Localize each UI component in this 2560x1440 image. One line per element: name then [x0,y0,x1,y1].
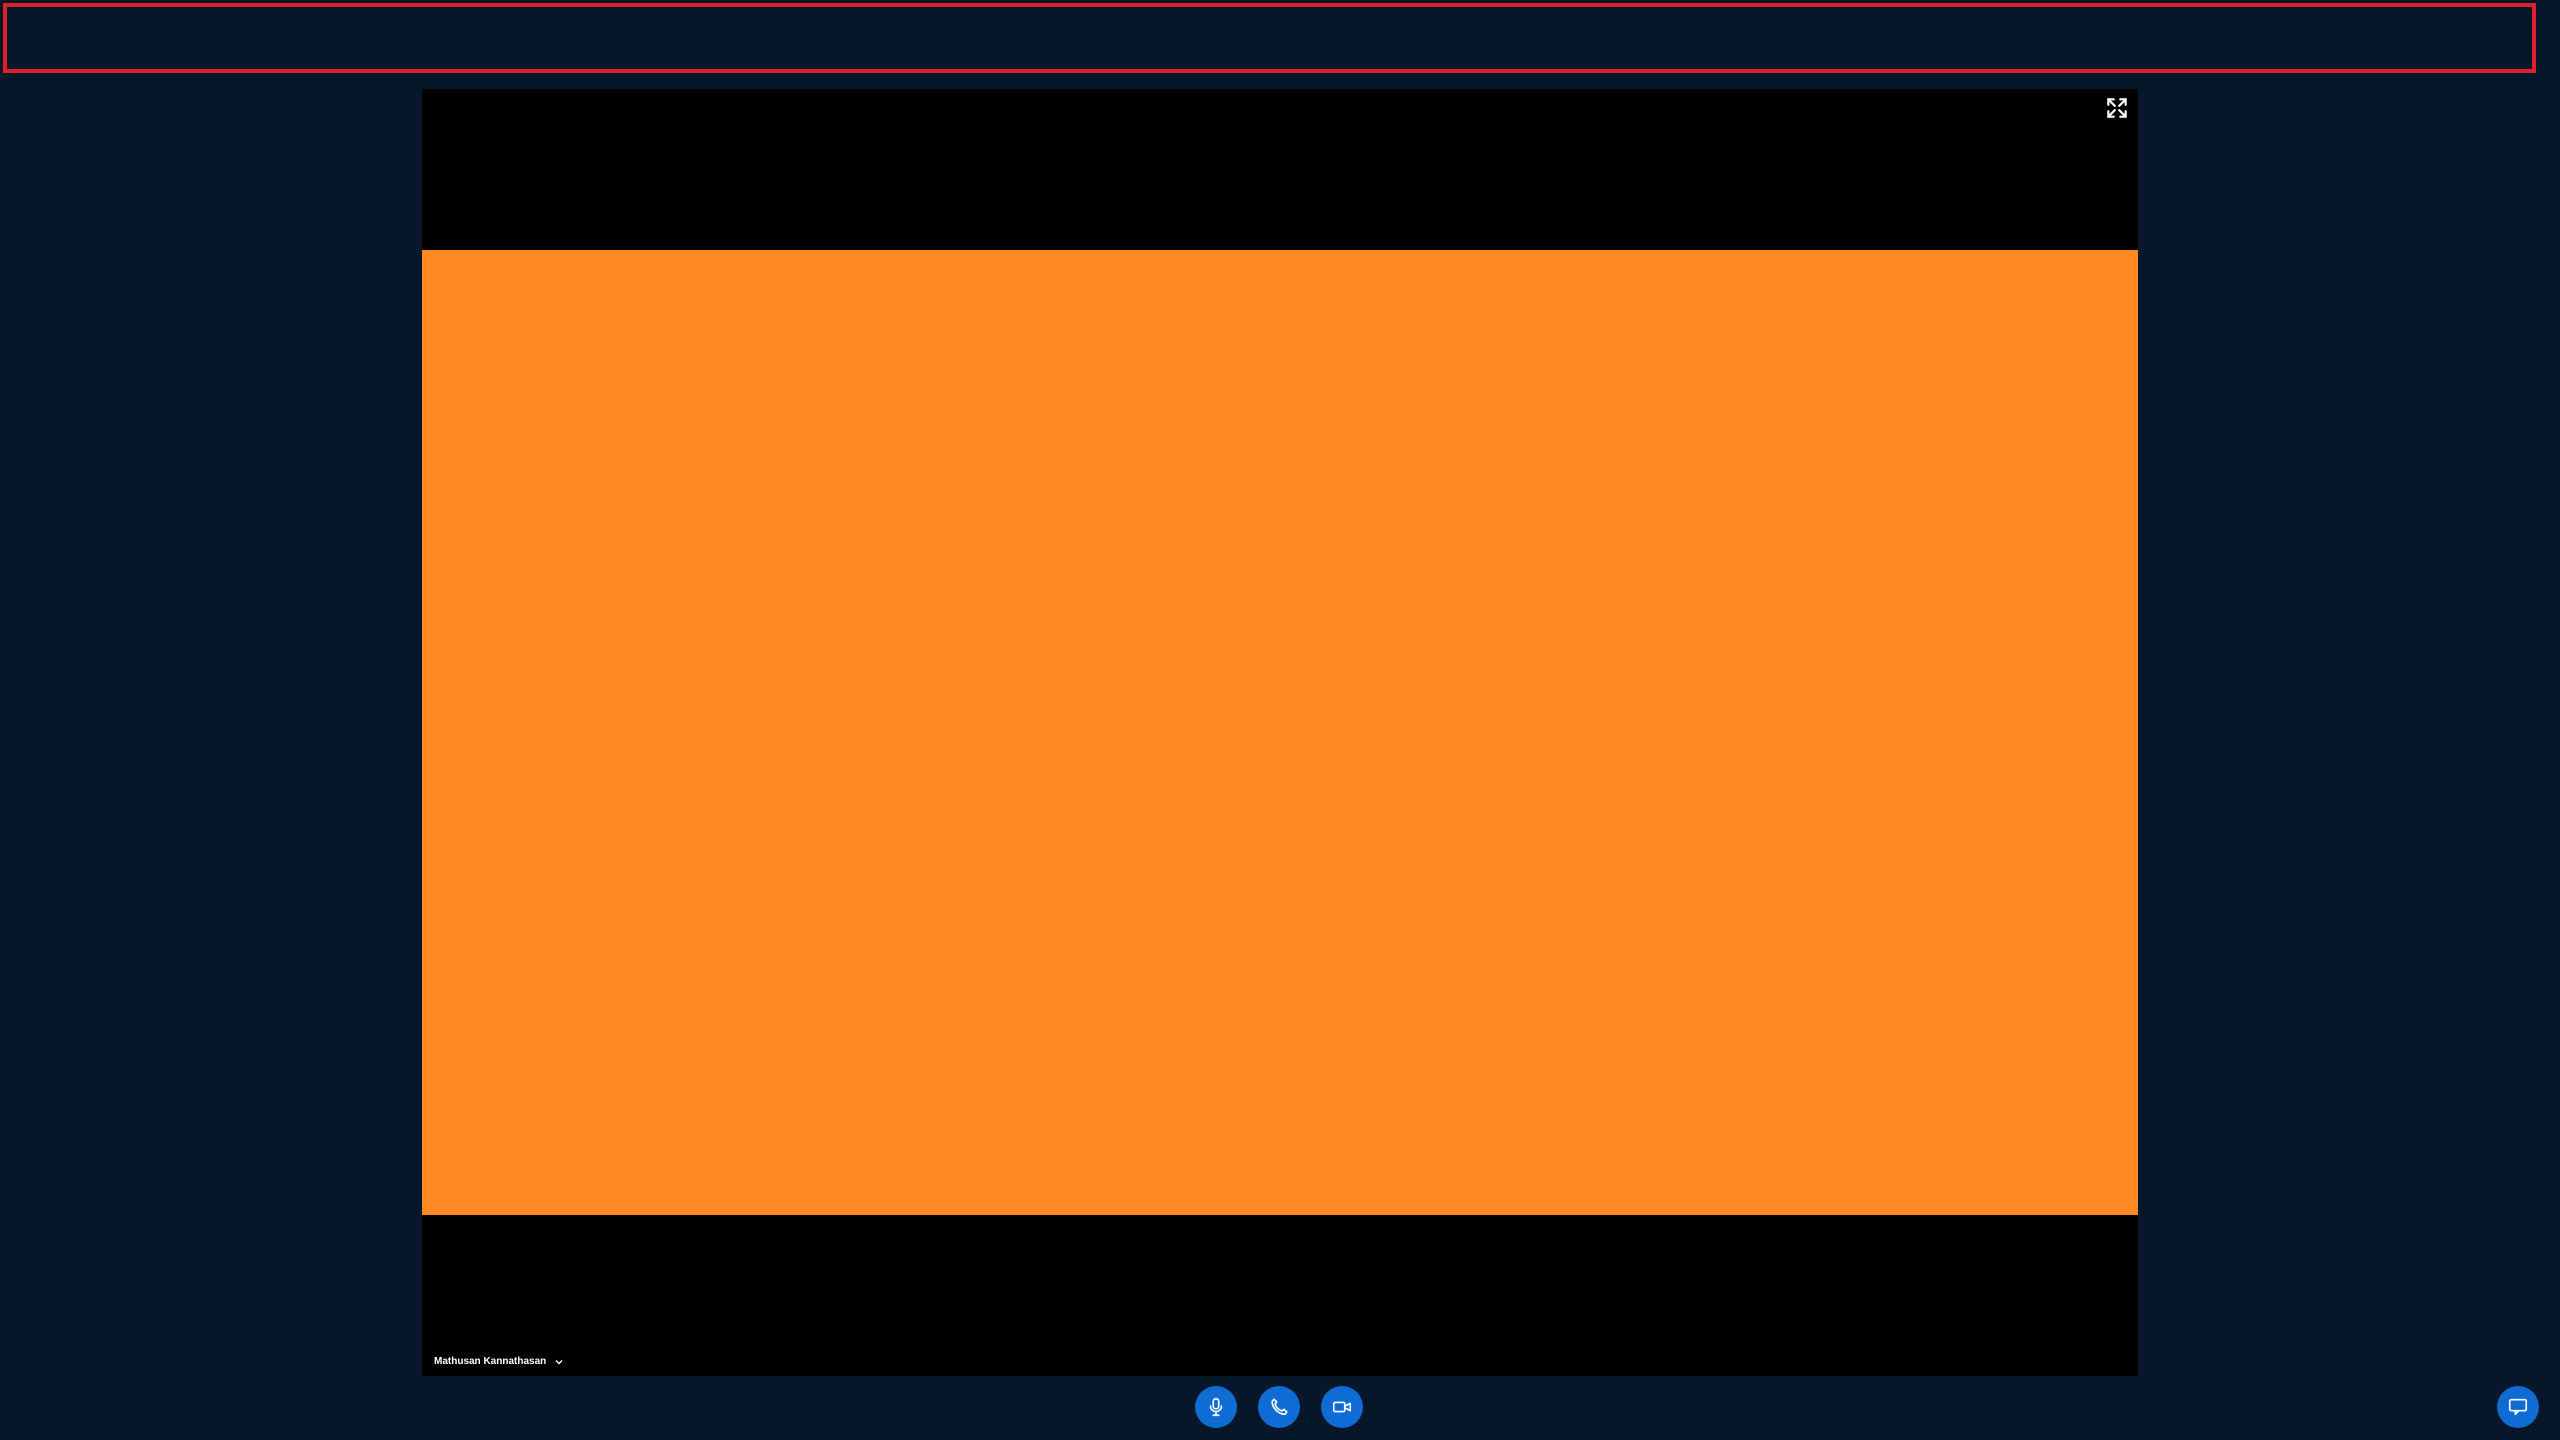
phone-icon [1271,1398,1288,1416]
call-controls [1195,1386,1363,1428]
chat-icon [2508,1398,2528,1416]
top-bar-highlight [3,3,2536,73]
chevron-down-icon [555,1359,563,1364]
end-call-button[interactable] [1258,1386,1300,1428]
microphone-icon [1209,1397,1223,1417]
chat-button[interactable] [2497,1386,2539,1428]
video-stage: Mathusan Kannathasan [422,89,2138,1376]
fullscreen-icon [2107,98,2127,118]
video-camera-icon [1332,1401,1352,1413]
mute-microphone-button[interactable] [1195,1386,1237,1428]
toggle-camera-button[interactable] [1321,1386,1363,1428]
participant-name-menu[interactable]: Mathusan Kannathasan [434,1356,564,1367]
fullscreen-button[interactable] [2104,95,2130,121]
participant-name: Mathusan Kannathasan [434,1356,547,1367]
participant-video-feed [422,250,2138,1215]
